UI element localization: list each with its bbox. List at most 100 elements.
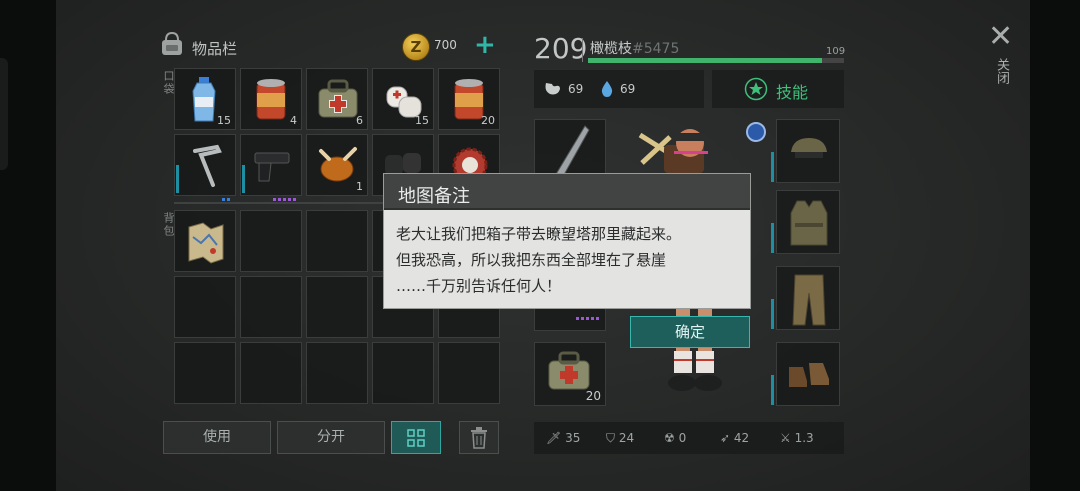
player-name: 橄榄枝 bbox=[590, 41, 632, 57]
screen-edge bbox=[0, 58, 8, 170]
coin-count: 700 bbox=[434, 38, 457, 52]
hunger-value: 69 bbox=[568, 82, 584, 96]
quick-strike-icon: ⚔ bbox=[780, 431, 791, 445]
pistol-icon bbox=[254, 152, 290, 182]
equipment-slot-legs[interactable] bbox=[771, 266, 840, 330]
trash-button[interactable] bbox=[459, 421, 499, 454]
inventory-slot-empty[interactable] bbox=[240, 210, 302, 272]
attack-speed-value: 1.3 bbox=[794, 431, 814, 445]
inventory-slot-map[interactable] bbox=[174, 210, 236, 272]
inventory-slot-roast-chicken[interactable]: 1 bbox=[306, 134, 368, 196]
sword-icon: 🗡 bbox=[546, 431, 562, 445]
speed-stat: ➶ 42 bbox=[720, 431, 749, 445]
item-count: 4 bbox=[290, 114, 297, 127]
use-button[interactable]: 使用 bbox=[163, 421, 271, 454]
equipment-slot-feet[interactable] bbox=[771, 342, 840, 406]
shield-icon: ⛉ bbox=[606, 431, 616, 445]
close-button[interactable]: ✕ bbox=[988, 22, 1013, 52]
inventory-slot-canned-food[interactable]: 20 bbox=[438, 68, 500, 130]
inventory-slot-water-bottle[interactable]: 15 bbox=[174, 68, 236, 130]
item-count: 20 bbox=[585, 389, 601, 403]
trash-icon bbox=[471, 427, 487, 449]
attack-stat: 🗡 35 bbox=[546, 431, 580, 445]
inventory-slot-crowbar[interactable] bbox=[174, 134, 236, 201]
combat-stats-bar: 🗡 35 ⛉ 24 ☢ 0 ➶ 42 ⚔ 1.3 bbox=[534, 422, 844, 454]
xp-max: 109 bbox=[826, 46, 846, 57]
defense-stat: ⛉ 24 bbox=[606, 431, 634, 446]
inventory-slot-bandage[interactable]: 15 bbox=[372, 68, 434, 130]
med-bag-icon bbox=[318, 79, 358, 118]
survival-stats: 69 69 bbox=[534, 70, 704, 108]
level-divider bbox=[582, 38, 583, 62]
vest-icon bbox=[790, 200, 828, 246]
item-count: 15 bbox=[217, 114, 231, 127]
item-count: 6 bbox=[356, 114, 363, 127]
equipment-slot-body[interactable] bbox=[771, 190, 840, 254]
running-icon: ➶ bbox=[720, 431, 731, 445]
xp-bar-fill bbox=[588, 58, 822, 63]
add-coins-button[interactable]: + bbox=[474, 30, 496, 60]
crowbar-icon bbox=[193, 144, 222, 187]
attack-value: 35 bbox=[565, 431, 581, 445]
dialog-body: 老大让我们把箱子带去瞭望塔那里藏起来。 但我恐高，所以我把东西全部埋在了悬崖 …… bbox=[396, 221, 742, 299]
backpack-badge-icon[interactable] bbox=[746, 122, 766, 142]
thirst-value: 69 bbox=[620, 82, 636, 96]
defense-value: 24 bbox=[618, 431, 635, 445]
quality-dots bbox=[220, 186, 230, 201]
quality-dots bbox=[271, 186, 296, 201]
equipment-slot-head[interactable] bbox=[771, 119, 840, 183]
close-label[interactable]: 关闭 bbox=[992, 58, 1011, 84]
grid-view-button[interactable] bbox=[391, 421, 441, 454]
inventory-slot-empty[interactable] bbox=[174, 342, 236, 404]
player-id: #5475 bbox=[632, 41, 680, 57]
durability-bar bbox=[771, 299, 774, 329]
radiation-value: 0 bbox=[678, 431, 687, 445]
inventory-slot-med-bag[interactable]: 6 bbox=[306, 68, 368, 130]
inventory-slot-empty[interactable] bbox=[240, 342, 302, 404]
roast-chicken-icon bbox=[319, 147, 357, 182]
inventory-slot-empty[interactable] bbox=[372, 342, 434, 404]
star-icon bbox=[744, 77, 768, 101]
inventory-slot-empty[interactable] bbox=[306, 210, 368, 272]
radiation-stat: ☢ 0 bbox=[664, 431, 686, 445]
inventory-slot-empty[interactable] bbox=[240, 276, 302, 338]
grid-icon bbox=[407, 429, 425, 447]
inventory-slot-empty[interactable] bbox=[174, 276, 236, 338]
player-level: 209 bbox=[534, 32, 588, 65]
durability-bar bbox=[242, 165, 245, 193]
dialog-line: 老大让我们把箱子带去瞭望塔那里藏起来。 bbox=[396, 225, 682, 243]
split-button[interactable]: 分开 bbox=[277, 421, 385, 454]
durability-bar bbox=[771, 375, 774, 405]
inventory-slot-empty[interactable] bbox=[306, 276, 368, 338]
inventory-slot-pistol[interactable] bbox=[240, 134, 302, 201]
item-count: 15 bbox=[415, 114, 429, 127]
item-count: 20 bbox=[481, 114, 495, 127]
item-count: 1 bbox=[356, 180, 363, 193]
inventory-slot-empty[interactable] bbox=[306, 342, 368, 404]
helmet-icon bbox=[791, 138, 827, 158]
durability-bar bbox=[771, 152, 774, 182]
skills-button[interactable]: 技能 bbox=[712, 70, 844, 108]
map-icon bbox=[188, 222, 224, 264]
radiation-icon: ☢ bbox=[664, 431, 675, 445]
dialog-line: ……千万别告诉任何人！ bbox=[396, 277, 562, 295]
equipment-slot-bag[interactable]: 20 bbox=[534, 342, 606, 406]
pants-icon bbox=[792, 274, 826, 326]
water-drop-icon bbox=[601, 81, 613, 97]
coin-icon: Z bbox=[402, 33, 430, 61]
attack-speed-stat: ⚔ 1.3 bbox=[780, 431, 814, 445]
stomach-icon bbox=[545, 83, 560, 95]
durability-bar bbox=[771, 223, 774, 253]
canned-food-icon bbox=[256, 79, 286, 120]
inventory-title: 物品栏 bbox=[192, 40, 238, 58]
dialog-line: 但我恐高，所以我把东西全部埋在了悬崖 bbox=[396, 251, 667, 269]
boots-icon bbox=[789, 363, 829, 387]
confirm-button[interactable]: 确定 bbox=[630, 316, 750, 348]
player-name-line: 橄榄枝#5475 bbox=[590, 38, 679, 58]
backpack-icon bbox=[162, 31, 182, 55]
durability-bar bbox=[176, 165, 179, 193]
inventory-slot-empty[interactable] bbox=[438, 342, 500, 404]
skills-label: 技能 bbox=[776, 83, 809, 102]
inventory-slot-canned-food[interactable]: 4 bbox=[240, 68, 302, 130]
speed-value: 42 bbox=[733, 431, 750, 445]
